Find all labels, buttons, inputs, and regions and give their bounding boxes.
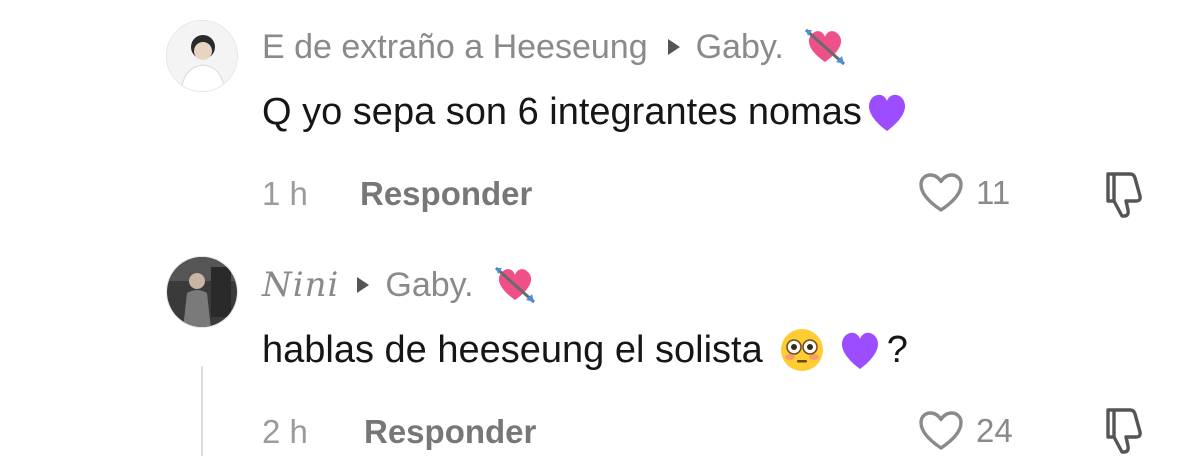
cupid-heart-icon [802,24,848,70]
flushed-face-icon [779,327,825,373]
dislike-button[interactable] [1100,170,1146,225]
reply-to-name[interactable]: Gaby. [696,28,784,67]
like-button[interactable]: 24 [918,408,1013,454]
comment-header: E de extraño a Heeseung Gaby. [262,24,848,70]
purple-heart-icon [837,327,883,373]
comment-text: hablas de heeseung el solista ? [262,324,908,376]
like-count: 11 [976,174,1011,211]
comment-header: Nini Gaby. [262,262,538,308]
author-name[interactable]: E de extraño a Heeseung [262,28,648,67]
reply-button[interactable]: Responder [360,175,532,213]
author-name[interactable]: Nini [262,265,339,305]
purple-heart-icon [864,89,910,135]
thumbs-down-icon [1106,172,1142,218]
reply-arrow-icon [357,277,370,293]
dislike-button[interactable] [1100,406,1146,461]
timestamp: 2 h [262,413,308,450]
reply-arrow-icon [667,39,680,55]
avatar[interactable] [166,20,238,92]
timestamp: 1 h [262,175,308,212]
comment-text-suffix: ? [886,328,908,371]
like-button[interactable]: 11 [918,170,1010,216]
comment-text: Q yo sepa son 6 integrantes nomas [262,86,910,138]
comment-meta: 2 h Responder [262,410,536,454]
avatar[interactable] [166,256,238,328]
reply-button[interactable]: Responder [364,413,536,451]
comment-meta: 1 h Responder [262,172,532,216]
comment-text-content: hablas de heeseung el solista [262,328,763,371]
cupid-heart-icon [492,262,538,308]
heart-outline-icon [919,173,963,212]
comment-2: Nini Gaby. hablas de heeseung el solista [0,240,1200,469]
like-count: 24 [976,412,1013,449]
thumbs-down-icon [1106,408,1142,454]
heart-outline-icon [919,411,963,450]
reply-to-name[interactable]: Gaby. [385,266,473,305]
comment-1: E de extraño a Heeseung Gaby. Q yo sepa … [0,0,1200,240]
comment-text-content: Q yo sepa son 6 integrantes nomas [262,90,862,133]
thread-line [201,366,203,456]
